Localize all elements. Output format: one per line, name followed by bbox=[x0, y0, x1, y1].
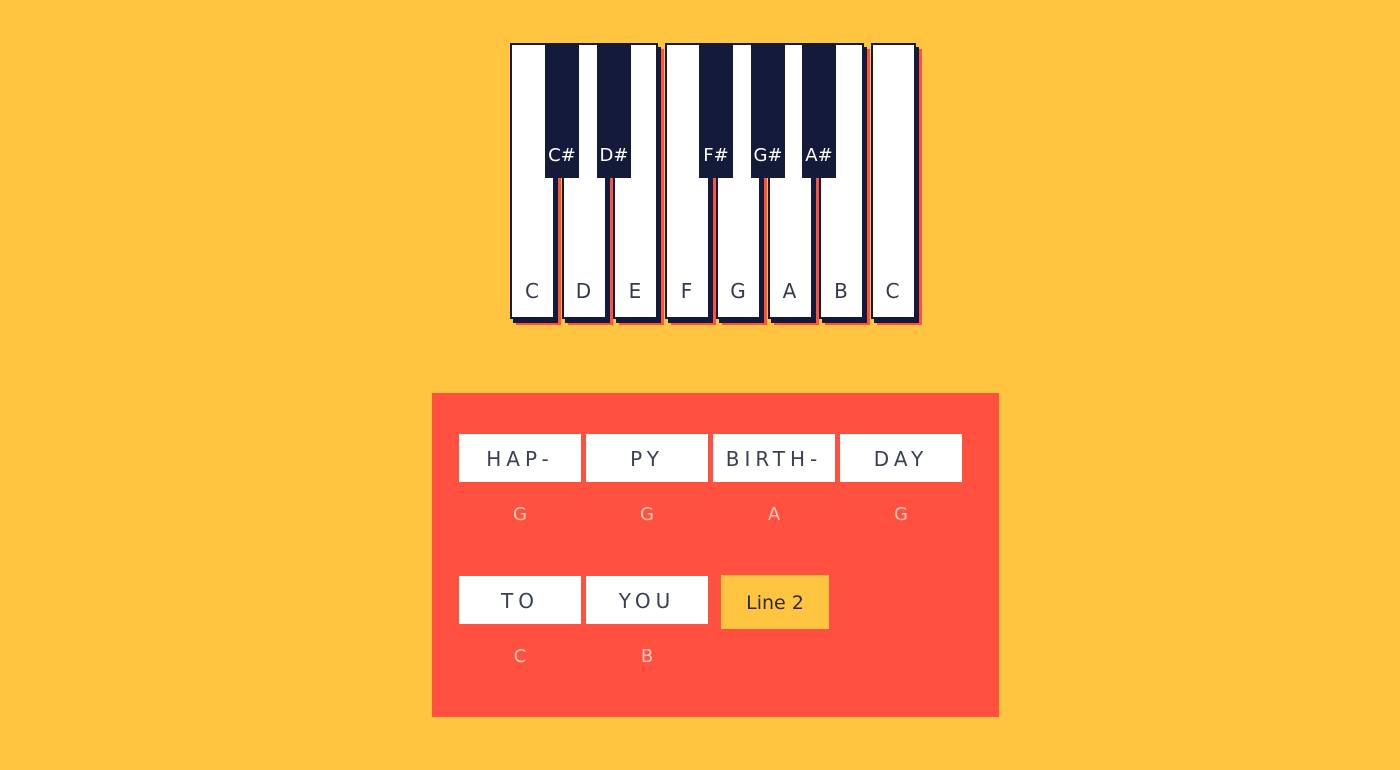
note-label: G bbox=[640, 504, 654, 525]
key-label: C# bbox=[548, 145, 576, 166]
note-label: C bbox=[513, 646, 527, 667]
black-key-f-sharp[interactable]: F# bbox=[699, 43, 733, 178]
key-label: F# bbox=[703, 145, 729, 166]
syllable-button[interactable]: BIRTH- bbox=[713, 434, 835, 482]
black-key-a-sharp[interactable]: A# bbox=[802, 43, 836, 178]
key-label: C bbox=[885, 279, 901, 303]
key-label: C bbox=[525, 279, 540, 303]
syllable-button[interactable]: YOU bbox=[586, 576, 708, 624]
syllable-button[interactable]: PY bbox=[586, 434, 708, 482]
key-label: B bbox=[834, 279, 849, 303]
next-line-button[interactable]: Line 2 bbox=[721, 575, 829, 629]
key-label: D bbox=[575, 279, 593, 303]
page: C D E F G A B C C# D# F# G# A# HAP- G PY… bbox=[0, 0, 1400, 770]
key-label: A# bbox=[805, 145, 833, 166]
piano-keyboard: C D E F G A B C C# D# F# G# A# bbox=[510, 43, 922, 327]
black-key-c-sharp[interactable]: C# bbox=[545, 43, 579, 178]
note-label: A bbox=[767, 504, 781, 525]
syllable-button[interactable]: TO bbox=[459, 576, 581, 624]
note-label: G bbox=[513, 504, 527, 525]
syllable-button[interactable]: DAY bbox=[840, 434, 962, 482]
key-label: D# bbox=[599, 145, 629, 166]
note-label: G bbox=[894, 504, 908, 525]
key-label: G# bbox=[753, 145, 783, 166]
black-key-d-sharp[interactable]: D# bbox=[597, 43, 631, 178]
song-panel: HAP- G PY G BIRTH- A DAY G TO C YOU B Li… bbox=[432, 393, 999, 717]
key-label: A bbox=[782, 279, 798, 303]
key-label: G bbox=[730, 279, 747, 303]
key-label: F bbox=[680, 279, 694, 303]
black-key-g-sharp[interactable]: G# bbox=[751, 43, 785, 178]
note-label: B bbox=[640, 646, 654, 667]
white-key-high-c[interactable]: C bbox=[870, 43, 916, 319]
syllable-button[interactable]: HAP- bbox=[459, 434, 581, 482]
key-label: E bbox=[628, 279, 643, 303]
